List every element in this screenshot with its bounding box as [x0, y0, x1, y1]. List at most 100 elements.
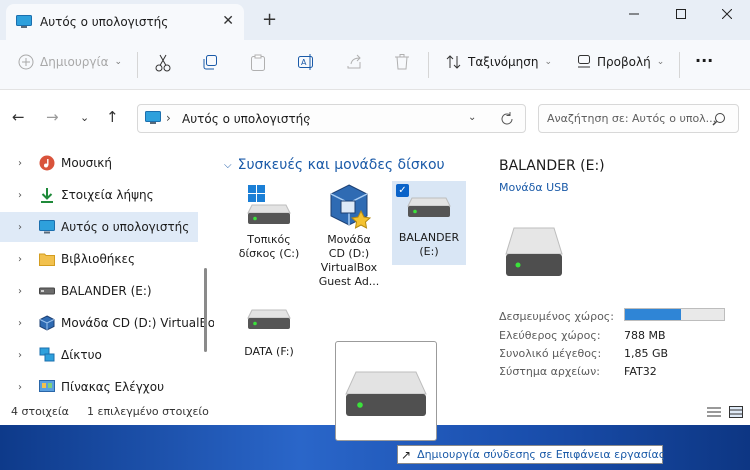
sort-button[interactable]: Ταξινόμηση ⌄	[446, 54, 552, 70]
shortcut-arrow-icon: ↗	[401, 447, 412, 462]
delete-button[interactable]	[395, 54, 409, 70]
free-space-label: Ελεύθερος χώρος:	[499, 329, 601, 342]
create-button[interactable]: Δημιουργία ⌄	[18, 54, 122, 70]
sidebar-item-music[interactable]: › Μουσική	[0, 148, 198, 178]
tiles-view-icon[interactable]	[728, 405, 744, 419]
sort-label: Ταξινόμηση	[468, 55, 539, 69]
total-size-value: 1,85 GB	[624, 347, 669, 360]
file-system-label: Σύστημα αρχείων:	[499, 365, 600, 378]
local-disk-icon	[247, 185, 291, 224]
expand-icon[interactable]: ›	[18, 350, 22, 361]
clipboard-icon	[251, 54, 265, 71]
tab-title: Αυτός ο υπολογιστής	[40, 15, 169, 29]
toolbar-divider	[679, 52, 680, 78]
search-box[interactable]: Αναζήτηση σε: Αυτός ο υπολ...	[538, 104, 739, 133]
back-button[interactable]: ←	[12, 108, 25, 126]
details-subtitle: Μονάδα USB	[499, 181, 569, 194]
virtualbox-icon	[330, 184, 371, 229]
usage-bar	[624, 308, 725, 321]
navigation-scrollbar[interactable]	[204, 268, 207, 352]
rename-button[interactable]: A	[298, 54, 316, 70]
title-bar: Αυτός ο υπολογιστής ✕ +	[0, 0, 750, 40]
cut-button[interactable]	[154, 54, 172, 72]
group-title: Συσκευές και μονάδες δίσκου	[237, 157, 445, 173]
recent-locations-button[interactable]: ⌄	[80, 111, 89, 124]
selected-count: 1 επιλεγμένο στοιχείο	[87, 405, 209, 418]
refresh-icon[interactable]	[500, 112, 514, 126]
expand-icon[interactable]: ›	[18, 222, 22, 233]
sidebar-item-downloads[interactable]: › Στοιχεία λήψης	[0, 180, 198, 210]
usb-drive-icon	[505, 227, 563, 276]
chevron-down-icon: ⌄	[114, 57, 123, 67]
tab-this-pc[interactable]: Αυτός ο υπολογιστής ✕	[6, 4, 244, 40]
group-header[interactable]: ⌵ Συσκευές και μονάδες δίσκου	[224, 157, 445, 173]
toolbar-divider	[428, 52, 429, 78]
item-count: 4 στοιχεία	[11, 405, 69, 418]
folder-icon	[39, 253, 55, 266]
sort-icon	[446, 55, 461, 69]
drive-item-c[interactable]: Τοπικός δίσκος (C:)	[232, 181, 306, 265]
rename-icon: A	[298, 54, 313, 70]
chevron-down-icon: ⌄	[656, 57, 665, 67]
sidebar-item-this-pc[interactable]: › Αυτός ο υπολογιστής	[0, 212, 198, 242]
expand-icon[interactable]: ›	[18, 382, 22, 393]
music-icon	[39, 155, 55, 171]
expand-icon[interactable]: ›	[18, 190, 22, 201]
usb-drive-icon	[407, 197, 451, 217]
address-dropdown-icon[interactable]: ⌄	[468, 112, 476, 123]
copy-icon	[203, 55, 217, 70]
drive-item-e[interactable]: ✓ BALANDER (E:)	[392, 181, 466, 265]
copy-button[interactable]	[202, 54, 218, 70]
sidebar-item-balander[interactable]: › BALANDER (E:)	[0, 276, 198, 306]
control-panel-icon	[39, 380, 55, 392]
create-label: Δημιουργία	[40, 55, 109, 69]
minimize-icon	[629, 13, 639, 15]
sidebar-item-libraries[interactable]: › Βιβλιοθήκες	[0, 244, 198, 274]
expand-icon[interactable]: ›	[18, 254, 22, 265]
expand-icon[interactable]: ›	[18, 318, 22, 329]
checkbox-checked-icon[interactable]: ✓	[396, 184, 409, 197]
up-button[interactable]: ↑	[106, 108, 119, 126]
expand-icon[interactable]: ›	[18, 286, 22, 297]
share-button[interactable]	[346, 54, 362, 70]
search-icon[interactable]	[712, 112, 726, 126]
chevron-right-icon[interactable]: ›	[306, 111, 311, 125]
drag-ghost	[335, 341, 437, 441]
search-input[interactable]: Αναζήτηση σε: Αυτός ο υπολ...	[547, 112, 716, 125]
usage-fill	[625, 309, 682, 320]
toolbar-divider	[137, 52, 138, 78]
computer-icon	[145, 111, 161, 124]
navigation-pane: › Μουσική › Στοιχεία λήψης › Αυτός ο υπο…	[0, 146, 215, 402]
sidebar-item-network[interactable]: › Δίκτυο	[0, 340, 198, 370]
tooltip-text: Δημιουργία σύνδεσης σε Επιφάνεια εργασία…	[417, 448, 666, 461]
network-icon	[39, 347, 55, 362]
paste-button[interactable]	[250, 54, 266, 72]
download-icon	[41, 188, 53, 203]
new-tab-button[interactable]: +	[262, 9, 277, 30]
drive-item-f[interactable]: DATA (F:)	[232, 301, 306, 385]
details-view-icon[interactable]	[706, 405, 722, 419]
chevron-down-icon: ⌄	[544, 57, 553, 67]
total-size-label: Συνολικό μέγεθος:	[499, 347, 602, 360]
close-window-button[interactable]	[704, 0, 750, 28]
trash-icon	[395, 54, 409, 70]
drive-icon	[247, 309, 291, 329]
maximize-button[interactable]	[658, 0, 704, 28]
close-tab-icon[interactable]: ✕	[222, 13, 234, 29]
plus-circle-icon	[18, 54, 34, 70]
view-button[interactable]: Προβολή ⌄	[577, 54, 664, 70]
sidebar-item-cd-drive[interactable]: › Μονάδα CD (D:) VirtualBo	[0, 308, 215, 338]
minimize-button[interactable]	[611, 0, 657, 28]
sidebar-item-control-panel[interactable]: › Πίνακας Ελέγχου	[0, 372, 198, 402]
close-icon	[722, 9, 732, 19]
drive-item-d[interactable]: Μονάδα CD (D:) VirtualBox Guest Ad...	[312, 181, 386, 288]
scissors-icon	[155, 54, 171, 72]
expand-icon[interactable]: ›	[18, 158, 22, 169]
used-space-label: Δεσμευμένος χώρος:	[499, 310, 614, 323]
more-options-button[interactable]: ···	[695, 51, 713, 70]
command-bar: Δημιουργία ⌄ A Ταξινόμηση ⌄ Προβολή ⌄ ··…	[0, 40, 750, 90]
svg-text:A: A	[301, 58, 307, 67]
view-icon	[578, 55, 590, 68]
forward-button[interactable]: →	[46, 108, 59, 126]
address-bar[interactable]: › Αυτός ο υπολογιστής › ⌄	[137, 104, 526, 133]
